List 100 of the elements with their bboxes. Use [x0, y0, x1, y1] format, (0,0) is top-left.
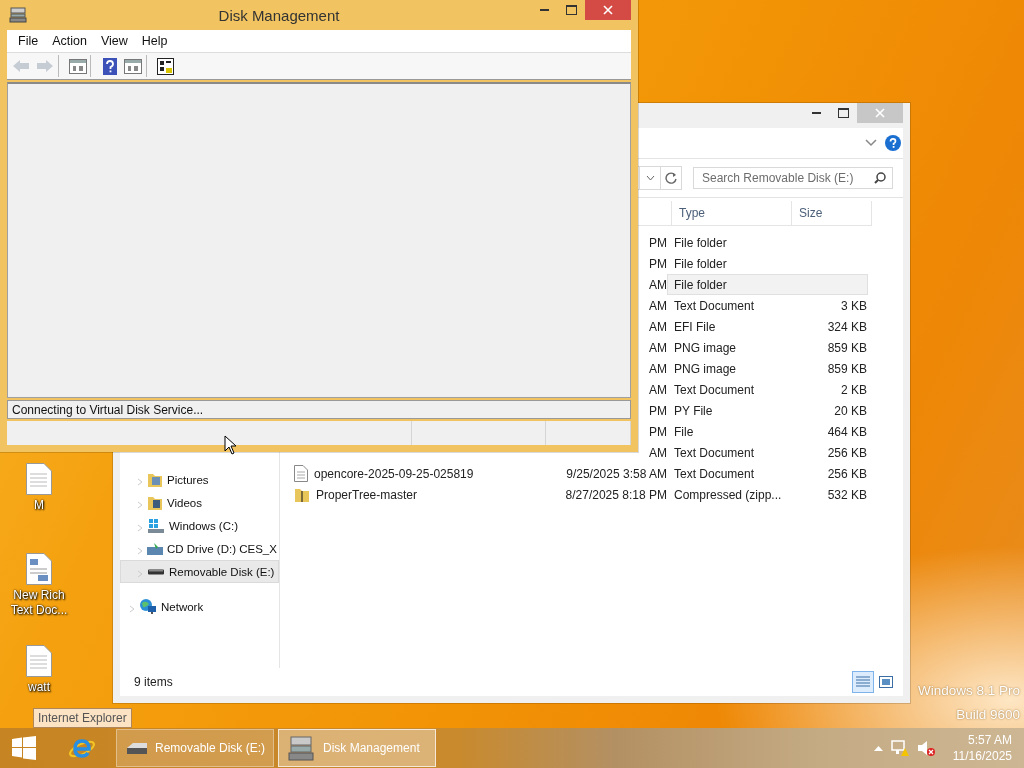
- search-field[interactable]: Search Removable Disk (E:): [693, 167, 893, 189]
- size-text: 859 KB: [827, 361, 867, 376]
- list-icon: [856, 676, 870, 688]
- window-title: Disk Management: [217, 6, 341, 24]
- file-row[interactable]: File 464 KB: [667, 421, 868, 442]
- toolbar-button[interactable]: [146, 55, 176, 77]
- windows-logo-icon: [12, 736, 36, 760]
- maximize-icon: [838, 108, 849, 118]
- nav-label: Windows (C:): [169, 519, 238, 532]
- file-row[interactable]: Compressed (zipp... 532 KB: [667, 484, 868, 505]
- menu-item[interactable]: Help: [134, 34, 175, 48]
- zip-folder-icon: [294, 486, 310, 503]
- file-row[interactable]: EFI File 324 KB: [667, 316, 868, 337]
- properties-icon: [157, 57, 174, 75]
- document-icon: [26, 463, 52, 495]
- file-row[interactable]: PY File 20 KB: [667, 400, 868, 421]
- forward-arrow-icon: [36, 59, 54, 73]
- help-icon: [102, 57, 117, 75]
- file-row[interactable]: Text Document 3 KB: [667, 295, 868, 316]
- menu-item[interactable]: Action: [45, 34, 94, 48]
- disk-management-icon: [287, 734, 315, 762]
- file-name: ProperTree-master: [316, 487, 417, 502]
- file-row[interactable]: Text Document 256 KB: [667, 463, 868, 484]
- file-row[interactable]: Text Document 2 KB: [667, 379, 868, 400]
- menu-item[interactable]: View: [93, 34, 135, 48]
- type-text: File folder: [674, 235, 727, 250]
- date-text: AM: [649, 298, 667, 313]
- watermark-text: Windows 8.1 Pro: [917, 683, 1020, 698]
- date-text: 9/25/2025 3:58 AM: [566, 466, 667, 481]
- help-icon[interactable]: [885, 135, 901, 151]
- file-row[interactable]: Text Document 256 KB: [667, 442, 868, 463]
- column-header[interactable]: Size: [792, 201, 872, 225]
- column-header[interactable]: Type: [672, 201, 792, 225]
- type-text: Text Document: [674, 445, 755, 460]
- watermark-text: Build 9600: [956, 707, 1020, 722]
- panel-icon: [124, 58, 142, 74]
- type-text: EFI File: [674, 319, 716, 334]
- back-arrow-icon: [12, 59, 30, 73]
- pictures-folder-icon: [147, 471, 163, 488]
- type-text: File: [674, 424, 694, 439]
- minimize-icon: [812, 112, 821, 114]
- file-row[interactable]: PNG image 859 KB: [667, 358, 868, 379]
- menu-item[interactable]: File: [11, 34, 46, 48]
- rich-text-document-icon: [26, 553, 52, 585]
- file-row[interactable]: File folder: [667, 253, 868, 274]
- nav-label: CD Drive (D:) CES_X: [167, 542, 277, 555]
- nav-item[interactable]: Windows (C:): [120, 514, 279, 537]
- search-icon: [874, 172, 886, 184]
- nav-item[interactable]: Videos: [120, 491, 279, 514]
- videos-folder-icon: [147, 494, 163, 511]
- date-text: AM: [649, 382, 667, 397]
- nav-item[interactable]: Network: [120, 595, 279, 618]
- size-text: 20 KB: [834, 403, 867, 418]
- mouse-cursor-icon: [224, 435, 237, 455]
- file-name: opencore-2025-09-25-025819: [314, 466, 474, 481]
- date-text: AM: [649, 319, 667, 334]
- size-text: 859 KB: [827, 340, 867, 355]
- refresh-icon: [665, 172, 677, 184]
- close-icon: [603, 5, 613, 15]
- icon-label: M: [33, 498, 45, 513]
- date-text: AM: [649, 277, 667, 292]
- maximize-icon: [566, 5, 577, 15]
- nav-item[interactable]: Removable Disk (E:): [120, 560, 279, 583]
- item-count: 9 items: [134, 675, 173, 689]
- type-text: Compressed (zipp...: [674, 487, 782, 502]
- type-text: Text Document: [674, 382, 755, 397]
- type-text: Text Document: [674, 466, 755, 481]
- file-row[interactable]: File folder: [667, 274, 868, 295]
- size-text: 464 KB: [827, 424, 867, 439]
- date-text: PM: [649, 256, 667, 271]
- toolbar-button[interactable]: [90, 55, 120, 77]
- document-icon: [294, 465, 308, 482]
- chevron-down-icon[interactable]: [865, 139, 877, 147]
- network-warning-icon[interactable]: [890, 739, 909, 757]
- nav-item[interactable]: Pictures: [120, 468, 279, 491]
- clock-date: 11/16/2025: [952, 748, 1012, 764]
- size-text: 256 KB: [827, 445, 867, 460]
- icon-label: New Rich Text Doc...: [9, 588, 69, 618]
- file-row[interactable]: PNG image 859 KB: [667, 337, 868, 358]
- icon-label: watt: [27, 680, 51, 695]
- status-text: Connecting to Virtual Disk Service...: [7, 400, 631, 419]
- cd-drive-icon: [147, 542, 163, 555]
- disk-management-icon: [9, 7, 27, 23]
- size-text: 2 KB: [841, 382, 867, 397]
- nav-label: Videos: [167, 496, 202, 509]
- size-text: 3 KB: [841, 298, 867, 313]
- windows-drive-icon: [147, 517, 165, 534]
- size-text: 256 KB: [827, 466, 867, 481]
- type-text: PNG image: [674, 361, 737, 376]
- type-text: File folder: [674, 256, 727, 271]
- file-row[interactable]: File folder: [667, 232, 868, 253]
- volume-muted-icon[interactable]: [916, 739, 935, 757]
- date-text: AM: [649, 361, 667, 376]
- size-text: 324 KB: [827, 319, 867, 334]
- nav-item[interactable]: CD Drive (D:) CES_X: [120, 537, 279, 560]
- up-arrow-icon[interactable]: [873, 745, 883, 751]
- nav-label: Network: [161, 600, 204, 613]
- type-text: PY File: [674, 403, 713, 418]
- type-text: Text Document: [674, 298, 755, 313]
- nav-label: Pictures: [167, 473, 209, 486]
